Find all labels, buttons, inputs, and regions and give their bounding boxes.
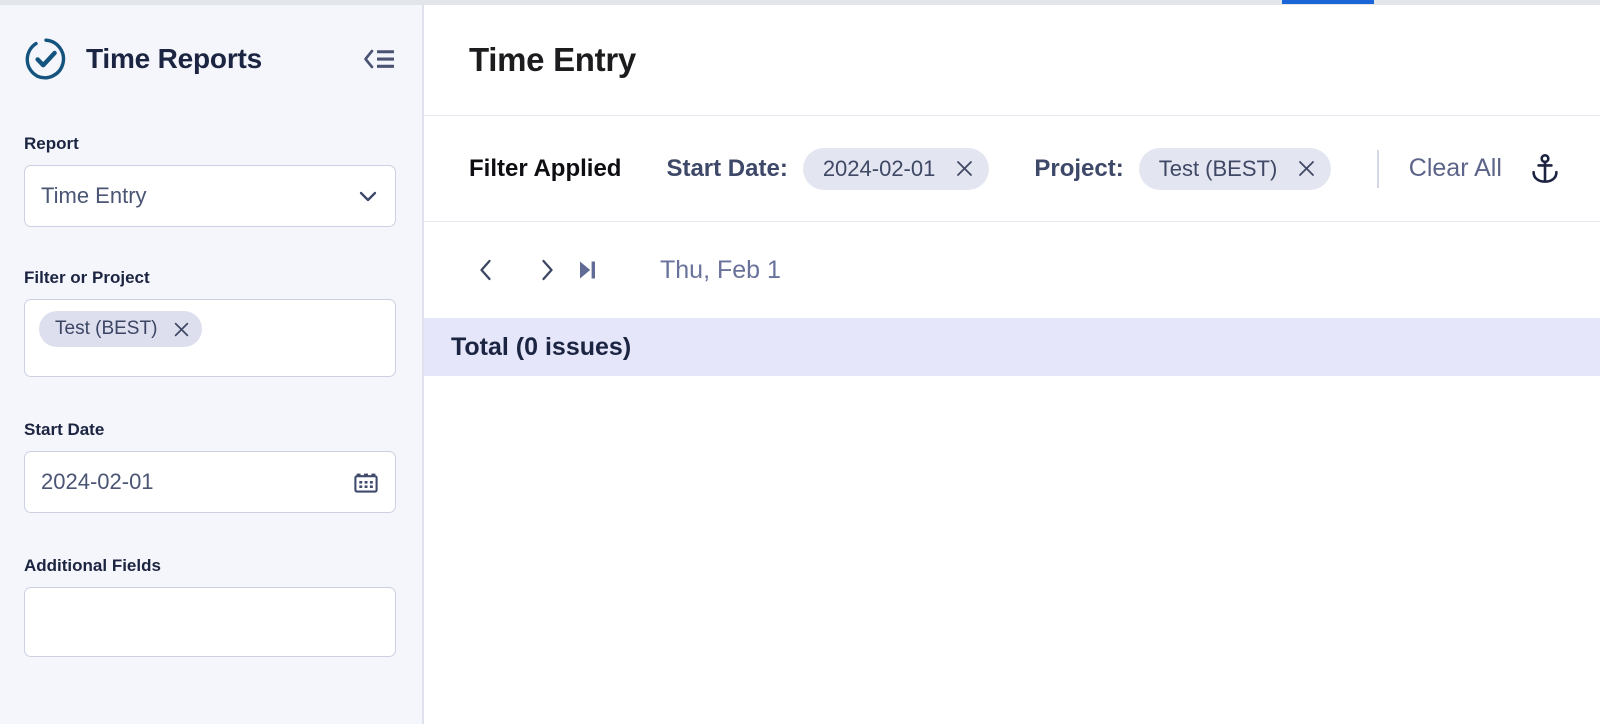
next-day-button[interactable]	[530, 253, 564, 287]
filter-applied-label: Filter Applied	[469, 154, 622, 182]
collapse-sidebar-icon	[364, 49, 394, 69]
chevron-right-icon	[542, 259, 553, 281]
page-title: Time Entry	[469, 41, 636, 78]
clear-all-button[interactable]: Clear All	[1409, 154, 1502, 183]
sidebar: Time Reports Report Time Entry Filter or…	[0, 0, 424, 724]
field-group-report: Report Time Entry	[0, 133, 422, 227]
chevron-down-icon	[359, 191, 377, 202]
skip-to-end-icon	[580, 261, 595, 279]
report-select[interactable]: Time Entry	[24, 165, 396, 227]
filter-pill-project[interactable]: Test (BEST)	[1138, 147, 1332, 190]
current-date-label: Thu, Feb 1	[660, 255, 781, 284]
filter-or-project-input[interactable]: Test (BEST)	[24, 299, 396, 377]
field-group-start-date: Start Date 2024-02-01	[0, 419, 422, 513]
additional-fields-input[interactable]	[24, 587, 396, 657]
filter-or-project-label: Filter or Project	[24, 268, 150, 287]
filter-pill-start-date-label: 2024-02-01	[822, 155, 936, 181]
page-header: Time Entry	[424, 5, 1600, 116]
check-circle-icon	[25, 38, 66, 80]
close-icon[interactable]	[955, 159, 974, 178]
anchor-icon	[1532, 153, 1558, 183]
filter-bar-divider	[1377, 149, 1379, 188]
start-date-input[interactable]: 2024-02-01	[24, 451, 396, 513]
results-area	[424, 376, 1600, 716]
start-date-label: Start Date	[24, 420, 105, 439]
browser-tab-strip	[0, 0, 1600, 5]
total-row-label: Total (0 issues)	[451, 332, 632, 361]
filter-key-start-date: Start Date:	[666, 154, 788, 182]
filter-key-project: Project:	[1034, 154, 1124, 182]
report-label: Report	[24, 134, 79, 153]
project-token[interactable]: Test (BEST)	[39, 311, 203, 347]
filter-pill-project-label: Test (BEST)	[1158, 155, 1278, 181]
additional-fields-label: Additional Fields	[24, 556, 161, 575]
date-navigation: Thu, Feb 1	[424, 222, 1600, 318]
chevron-left-icon	[480, 259, 491, 281]
sidebar-title: Time Reports	[86, 43, 263, 74]
prev-day-button[interactable]	[469, 253, 503, 287]
app-root: Time Reports Report Time Entry Filter or…	[0, 0, 1600, 724]
active-tab-indicator	[1282, 0, 1374, 4]
calendar-icon[interactable]	[353, 469, 379, 495]
close-icon[interactable]	[173, 321, 190, 338]
filter-pill-start-date[interactable]: 2024-02-01	[802, 147, 990, 190]
collapse-sidebar-button[interactable]	[358, 42, 398, 76]
start-date-value: 2024-02-01	[41, 469, 154, 494]
report-select-value: Time Entry	[41, 183, 147, 208]
total-row: Total (0 issues)	[424, 318, 1600, 376]
filter-bar: Filter Applied Start Date: 2024-02-01 Pr…	[424, 116, 1600, 222]
field-group-additional-fields: Additional Fields	[0, 555, 422, 657]
skip-to-end-button[interactable]	[570, 253, 604, 287]
project-token-label: Test (BEST)	[55, 318, 158, 339]
close-icon[interactable]	[1297, 159, 1316, 178]
sidebar-header: Time Reports	[0, 5, 422, 113]
main-content: Time Entry Filter Applied Start Date: 20…	[424, 0, 1600, 724]
field-group-filter-or-project: Filter or Project Test (BEST)	[0, 267, 422, 377]
anchor-button[interactable]	[1528, 152, 1562, 186]
